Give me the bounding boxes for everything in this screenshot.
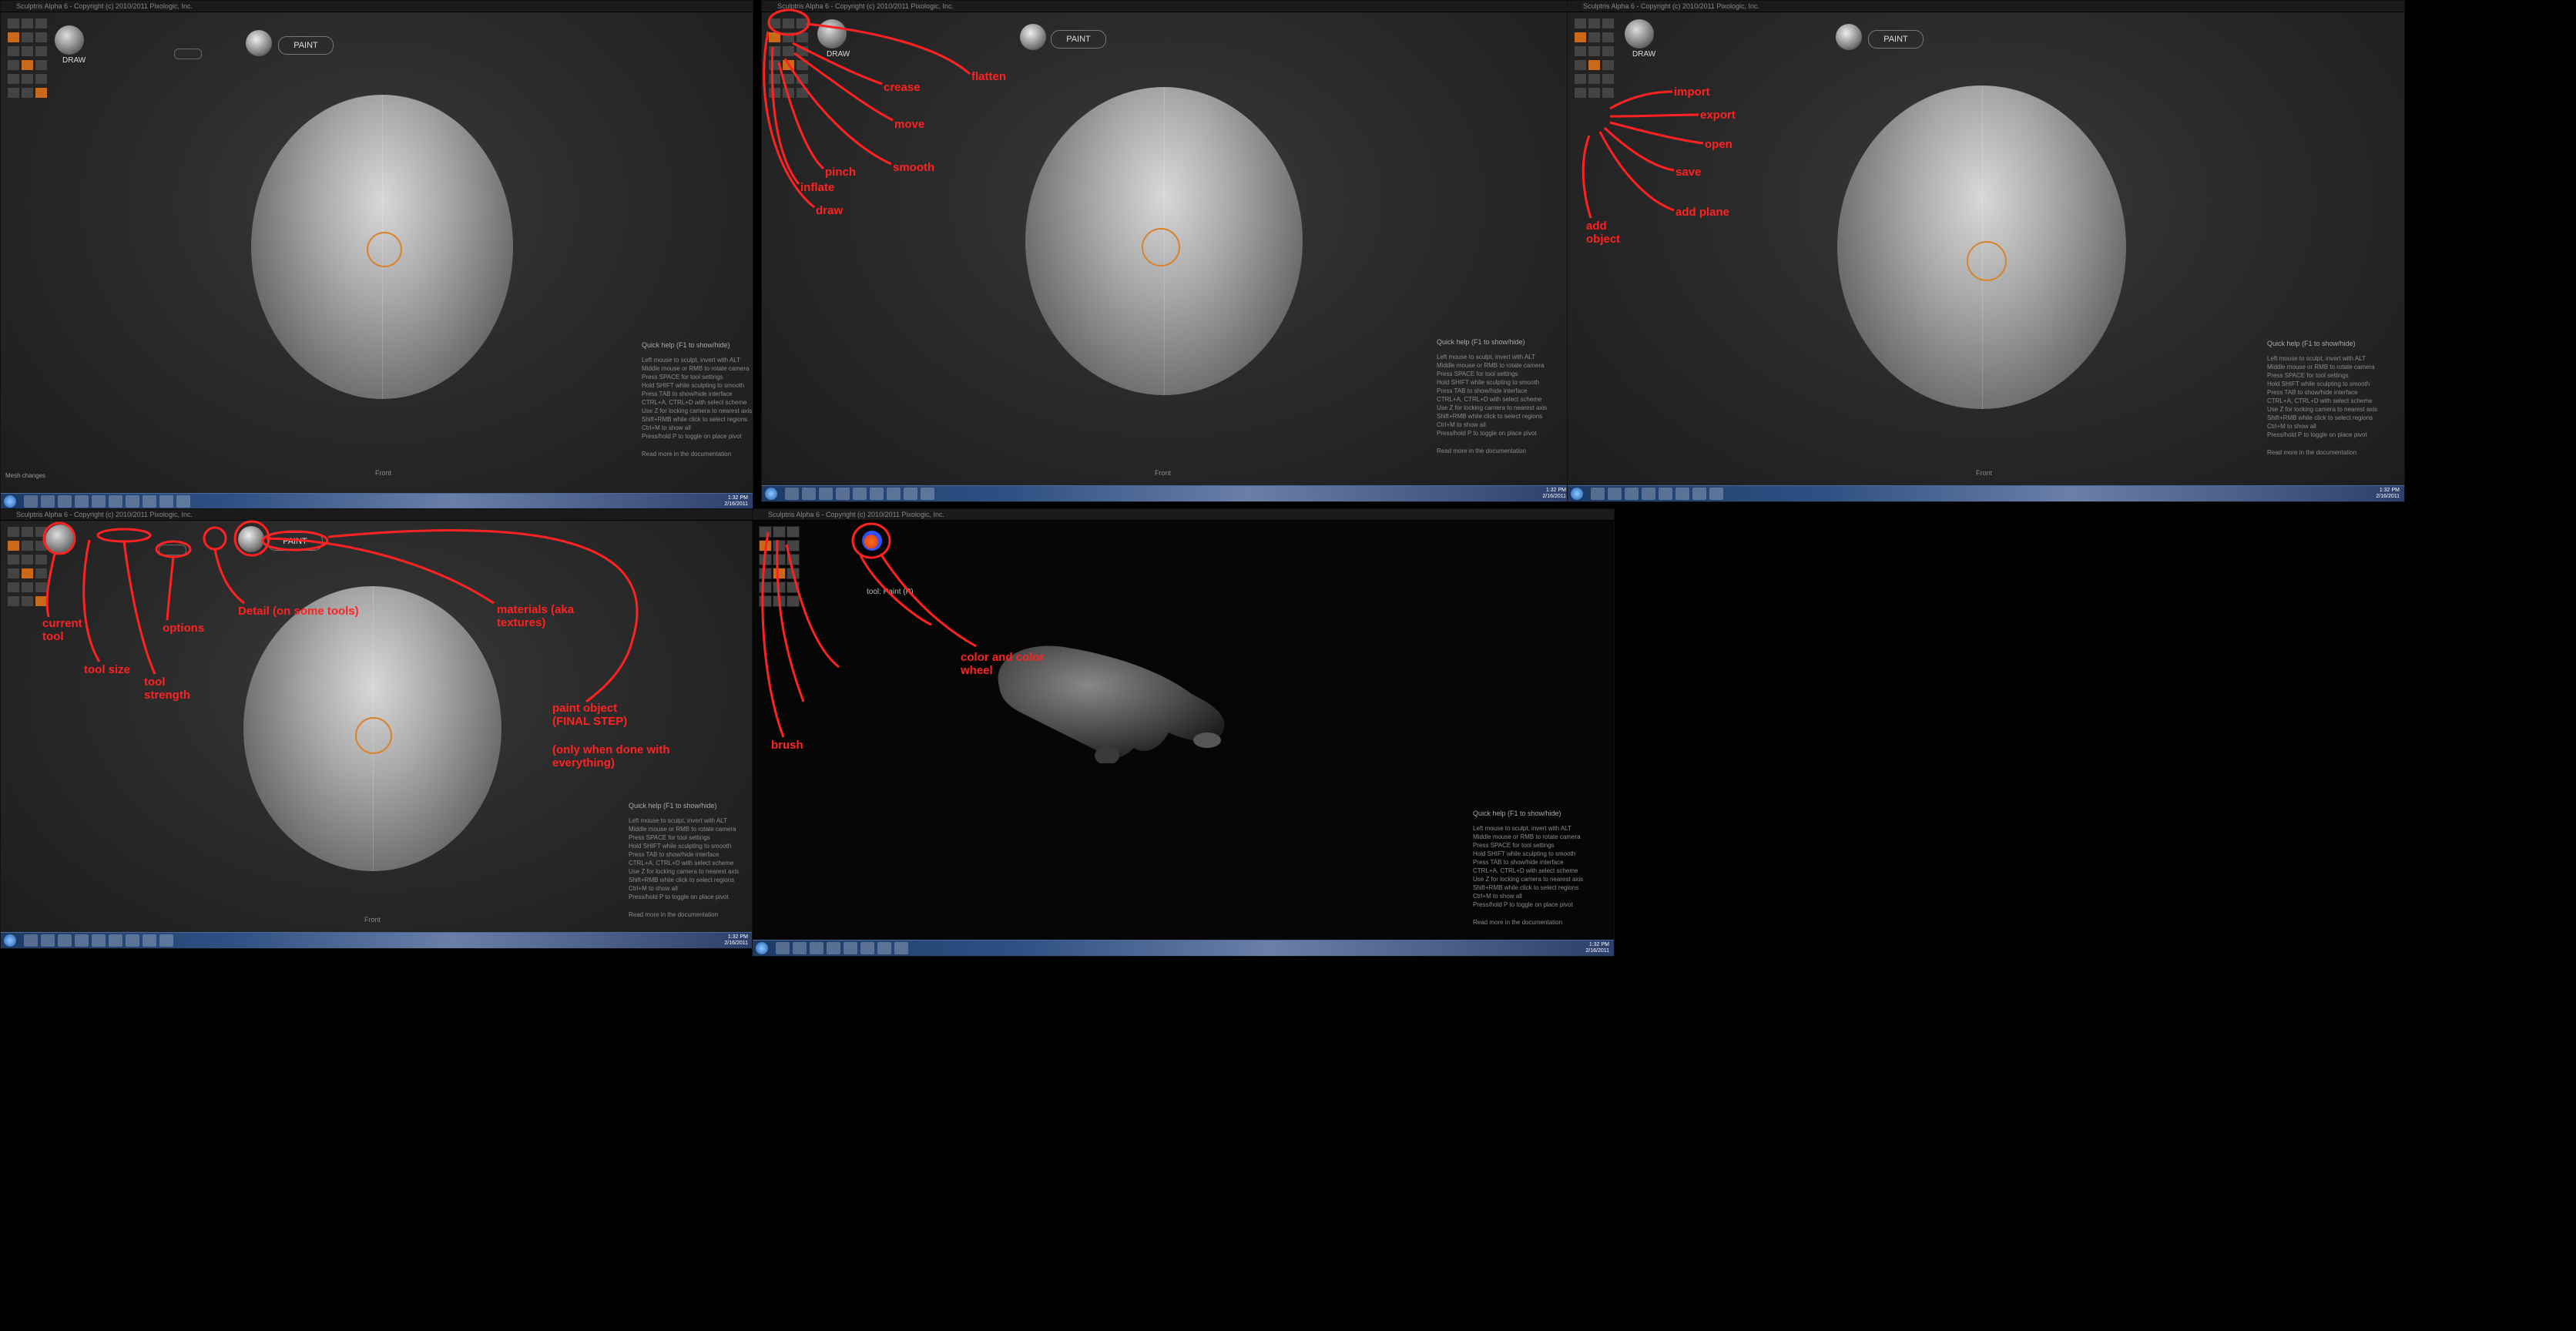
left-toolbox[interactable] xyxy=(7,526,50,607)
annotation-flatten: flatten xyxy=(971,70,1006,83)
brush-cursor xyxy=(1967,241,2007,281)
brush-label: DRAW xyxy=(1632,50,1656,59)
annotation-import: import xyxy=(1674,85,1710,99)
brush-cursor xyxy=(1142,228,1180,267)
quick-help: Quick help (F1 to show/hide) Left mouse … xyxy=(642,341,753,458)
annotation-export: export xyxy=(1700,109,1736,122)
annotation-current-tool: current tool xyxy=(42,617,82,643)
taskbar[interactable]: 1:32 PM 2/16/2011 xyxy=(1568,485,2404,501)
brush-cursor xyxy=(367,232,402,267)
brush-label: DRAW xyxy=(62,56,86,65)
sculpted-model[interactable] xyxy=(984,625,1246,763)
window-title: Sculptris Alpha 6 - Copyright (c) 2010/2… xyxy=(753,509,1614,521)
view-label: Front xyxy=(364,916,381,924)
left-toolbox[interactable] xyxy=(1574,18,1617,99)
annotation-open: open xyxy=(1705,138,1732,151)
brush-icon[interactable] xyxy=(1625,19,1654,49)
panel-top-right: Sculptris Alpha 6 - Copyright (c) 2010/2… xyxy=(1567,0,2405,502)
start-button[interactable] xyxy=(4,495,16,508)
panel-top-left: Sculptris Alpha 6 - Copyright (c) 2010/2… xyxy=(0,0,753,510)
panel-bottom-middle: Sculptris Alpha 6 - Copyright (c) 2010/2… xyxy=(752,508,1615,957)
annotation-options: options xyxy=(163,622,205,635)
annotation-save: save xyxy=(1675,166,1702,179)
quick-help: Quick help (F1 to show/hide) Left mouse … xyxy=(1473,810,1584,926)
quick-help: Quick help (F1 to show/hide) Left mouse … xyxy=(1437,338,1548,454)
window-title: Sculptris Alpha 6 - Copyright (c) 2010/2… xyxy=(1568,1,2404,12)
brush-label: DRAW xyxy=(827,50,850,59)
paint-button[interactable]: PAINT xyxy=(267,532,323,551)
annotation-paint-object: paint object (FINAL STEP) xyxy=(552,702,628,728)
window-title: Sculptris Alpha 6 - Copyright (c) 2010/2… xyxy=(762,1,1571,12)
material-ball[interactable] xyxy=(1836,24,1862,50)
paint-button[interactable]: PAINT xyxy=(1051,30,1106,49)
taskbar-clock: 1:32 PM 2/16/2011 xyxy=(724,495,748,507)
paint-button[interactable]: PAINT xyxy=(1868,30,1924,49)
annotation-tool-size: tool size xyxy=(84,663,131,676)
annotation-color: color and color wheel xyxy=(961,651,1045,677)
annotation-add-object: add object xyxy=(1586,220,1621,246)
taskbar[interactable]: 1:32 PM 2/16/2011 xyxy=(1,493,753,509)
annotation-inflate: inflate xyxy=(800,181,835,194)
annotation-materials: materials (aka textures) xyxy=(497,603,575,629)
view-label: Front xyxy=(1155,469,1172,477)
window-title: Sculptris Alpha 6 - Copyright (c) 2010/2… xyxy=(1,509,753,521)
view-label: Front xyxy=(375,469,392,477)
options-button[interactable] xyxy=(174,49,202,59)
annotation-brush: brush xyxy=(771,739,803,752)
annotation-add-plane: add plane xyxy=(1675,206,1730,219)
material-ball[interactable] xyxy=(1020,24,1046,50)
start-button[interactable] xyxy=(765,488,777,500)
annotation-move: move xyxy=(894,118,925,131)
brush-icon[interactable] xyxy=(817,19,847,49)
taskbar[interactable]: 1:32 PM 2/16/2011 xyxy=(1,932,753,948)
start-button[interactable] xyxy=(756,942,768,954)
view-label: Front xyxy=(1976,469,1993,477)
annotation-paint-note: (only when done with everything) xyxy=(552,743,670,769)
brush-cursor xyxy=(355,717,392,754)
taskbar-clock: 1:32 PM 2/16/2011 xyxy=(724,934,748,946)
annotation-draw: draw xyxy=(816,204,844,217)
window-title: Sculptris Alpha 6 - Copyright (c) 2010/2… xyxy=(1,1,753,12)
paint-button[interactable]: PAINT xyxy=(278,36,334,55)
quick-help: Quick help (F1 to show/hide) Left mouse … xyxy=(2267,340,2378,456)
left-toolbox[interactable] xyxy=(768,18,811,99)
start-button[interactable] xyxy=(1571,488,1583,500)
material-ball[interactable] xyxy=(238,526,264,552)
taskbar-clock: 1:32 PM 2/16/2011 xyxy=(1542,488,1566,499)
material-ball[interactable] xyxy=(246,30,272,56)
panel-top-middle: Sculptris Alpha 6 - Copyright (c) 2010/2… xyxy=(761,0,1571,502)
annotation-tool-strength: tool strength xyxy=(144,676,190,702)
annotation-smooth: smooth xyxy=(893,161,935,174)
taskbar-clock: 1:32 PM 2/16/2011 xyxy=(1585,942,1609,954)
brush-icon[interactable] xyxy=(45,525,75,554)
start-button[interactable] xyxy=(4,934,16,947)
quick-help: Quick help (F1 to show/hide) Left mouse … xyxy=(629,802,740,918)
options-button[interactable] xyxy=(159,545,186,555)
panel-bottom-left: Sculptris Alpha 6 - Copyright (c) 2010/2… xyxy=(0,508,753,949)
left-toolbox[interactable] xyxy=(759,526,802,607)
brush-icon[interactable] xyxy=(55,25,84,55)
taskbar[interactable]: 1:32 PM 2/16/2011 xyxy=(762,485,1571,501)
annotation-detail: Detail (on some tools) xyxy=(238,605,359,618)
annotation-pinch: pinch xyxy=(825,166,856,179)
status-text: Mesh changes xyxy=(5,472,46,479)
taskbar-clock: 1:32 PM 2/16/2011 xyxy=(2376,488,2400,499)
left-toolbox[interactable] xyxy=(7,18,50,99)
color-wheel[interactable] xyxy=(862,531,882,551)
annotation-crease: crease xyxy=(884,81,921,94)
taskbar[interactable]: 1:32 PM 2/16/2011 xyxy=(753,940,1614,956)
tool-hint: tool: Paint (P) xyxy=(867,588,914,596)
